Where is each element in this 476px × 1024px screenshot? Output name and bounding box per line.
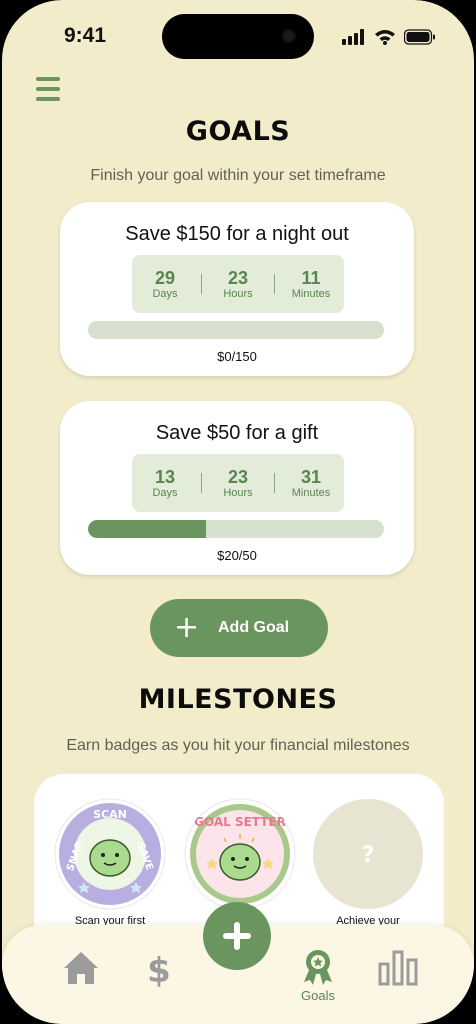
award-icon[interactable]	[300, 948, 336, 988]
badge-text-goal-setter: GOAL SETTER	[194, 815, 286, 829]
goal-progress-fill	[88, 520, 207, 538]
goal-amount: $0/150	[217, 349, 257, 364]
goal-amount: $20/50	[217, 548, 257, 563]
nav-goals-label: Goals	[301, 988, 335, 1003]
goal-countdown: 29 Days 23 Hours 11 Minutes	[132, 255, 344, 313]
milestones-subtitle: Earn badges as you hit your financial mi…	[66, 737, 410, 754]
minutes-label: Minutes	[291, 287, 331, 300]
add-goal-button[interactable]: + Add Goal	[150, 599, 328, 657]
plus-icon: +	[174, 610, 200, 645]
goal-card[interactable]: Save $50 for a gift 13 Days 23 Hours 31 …	[60, 401, 414, 575]
days-label: Days	[152, 287, 178, 300]
home-icon[interactable]	[62, 950, 100, 986]
hours-label: Hours	[223, 287, 253, 300]
goal-title: Save $150 for a night out	[125, 223, 349, 245]
days-value: 13	[154, 466, 176, 487]
days-label: Days	[152, 486, 178, 499]
add-goal-label: Add Goal	[218, 619, 290, 636]
battery-icon	[404, 29, 435, 45]
svg-text:$: $	[147, 951, 171, 988]
goal-progress-bar	[88, 321, 384, 339]
dollar-icon[interactable]: $	[146, 950, 172, 988]
snap-scan-save-badge-icon[interactable]: SCAN SNAP SAVE	[54, 798, 166, 910]
phone-frame: 9:41 GOALS Finish your goal within your …	[0, 0, 476, 1024]
app-screen: 9:41 GOALS Finish your goal within your …	[2, 0, 474, 1024]
badge-text-scan: SCAN	[93, 808, 127, 821]
goal-setter-badge-icon[interactable]: GOAL SETTER	[184, 798, 296, 910]
countdown-minutes: 31 Minutes	[281, 466, 341, 499]
camera-icon	[282, 29, 296, 43]
countdown-minutes: 11 Minutes	[281, 267, 341, 300]
countdown-days: 13 Days	[135, 466, 195, 499]
hours-value: 23	[227, 466, 249, 487]
divider	[274, 274, 275, 294]
status-time: 9:41	[64, 24, 107, 47]
minutes-value: 31	[300, 466, 322, 487]
divider	[201, 274, 202, 294]
minutes-value: 11	[301, 267, 321, 288]
days-value: 29	[154, 267, 176, 288]
plus-icon	[223, 922, 251, 950]
goals-subtitle: Finish your goal within your set timefra…	[90, 167, 386, 184]
goal-countdown: 13 Days 23 Hours 31 Minutes	[132, 454, 344, 512]
dynamic-island	[162, 14, 314, 59]
status-icons	[342, 29, 436, 45]
menu-icon[interactable]	[36, 77, 60, 101]
locked-badge-icon[interactable]: ?	[312, 798, 424, 910]
countdown-days: 29 Days	[135, 267, 195, 300]
goal-progress-bar	[88, 520, 384, 538]
badge-question-mark: ?	[362, 843, 375, 868]
milestones-title: MILESTONES	[138, 684, 338, 715]
hours-value: 23	[227, 267, 249, 288]
hours-label: Hours	[223, 486, 253, 499]
bar-chart-icon[interactable]	[378, 950, 418, 986]
minutes-label: Minutes	[291, 486, 331, 499]
divider	[274, 473, 275, 493]
wifi-icon	[375, 30, 395, 45]
divider	[201, 473, 202, 493]
signal-icon	[342, 29, 364, 45]
countdown-hours: 23 Hours	[208, 267, 268, 300]
goals-title: GOALS	[185, 116, 291, 147]
countdown-hours: 23 Hours	[208, 466, 268, 499]
goal-card[interactable]: Save $150 for a night out 29 Days 23 Hou…	[60, 202, 414, 376]
add-button[interactable]	[203, 902, 271, 970]
goal-title: Save $50 for a gift	[155, 422, 319, 444]
